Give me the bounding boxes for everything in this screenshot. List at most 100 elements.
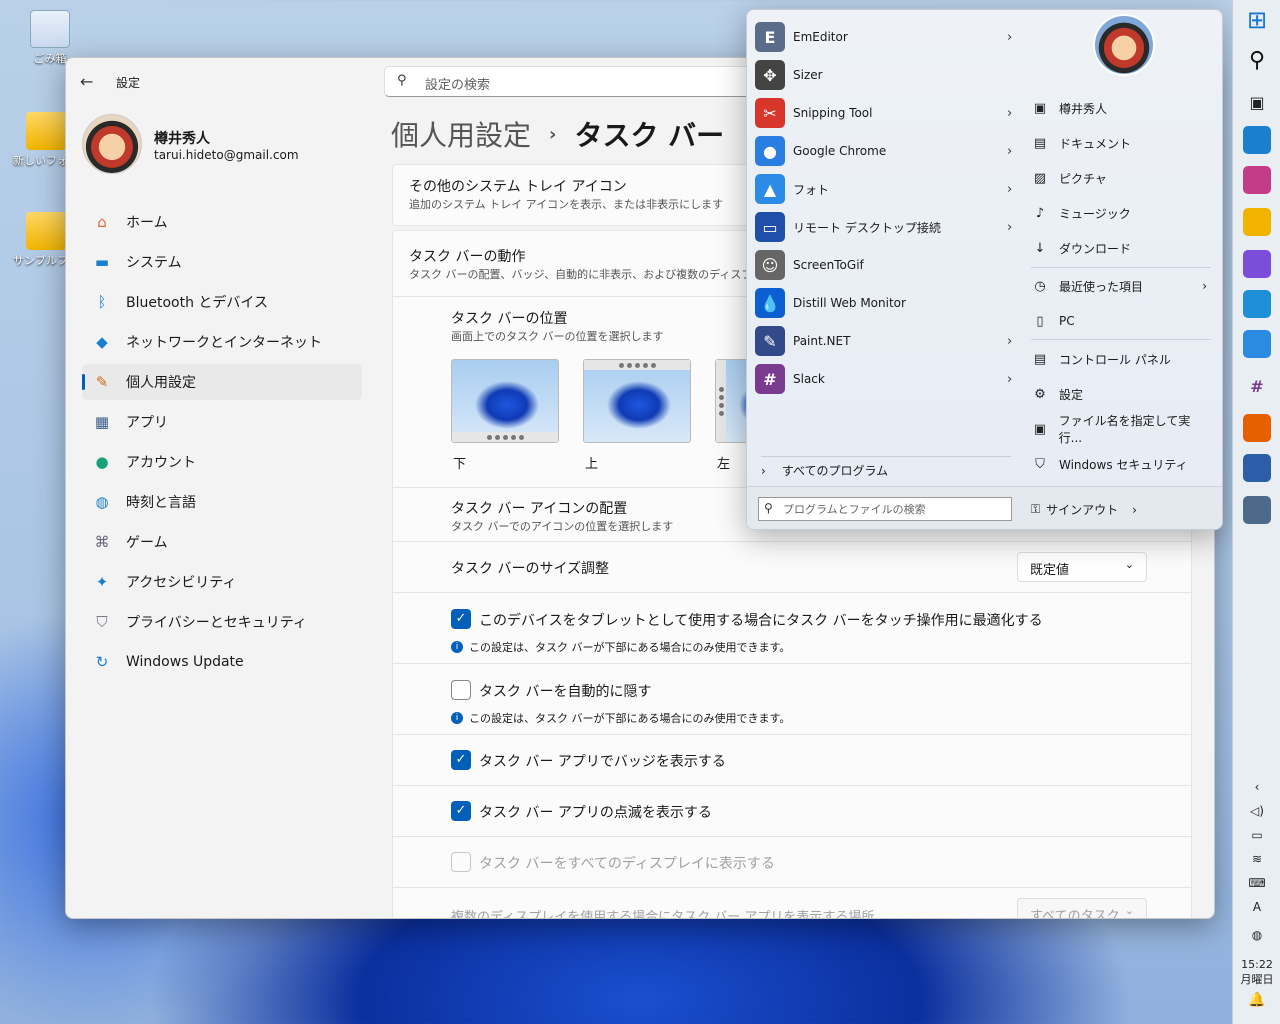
- taskview-icon[interactable]: ▣: [1243, 88, 1271, 116]
- user-folder-icon: ▣: [1033, 100, 1047, 116]
- edge-icon[interactable]: [1243, 290, 1271, 318]
- sidebar-item-label: アカウント: [126, 455, 196, 471]
- keyboard-icon[interactable]: ⌨: [1233, 876, 1280, 890]
- program-item[interactable]: ✥ Sizer: [755, 57, 1015, 93]
- program-item[interactable]: ▭ リモート デスクトップ接続 ›: [755, 209, 1015, 245]
- position-label-left: 左: [717, 457, 731, 472]
- program-item[interactable]: ● Google Chrome ›: [755, 133, 1015, 169]
- position-option-top[interactable]: [583, 359, 691, 443]
- clock[interactable]: 15:22 月曜日: [1233, 958, 1280, 987]
- start-right-item[interactable]: ▤ ドキュメント: [1031, 128, 1211, 158]
- start-right-item[interactable]: ▤ コントロール パネル: [1031, 344, 1211, 374]
- program-item[interactable]: 💧 Distill Web Monitor: [755, 285, 1015, 321]
- back-button[interactable]: ←: [80, 72, 100, 92]
- sidebar-item-personalization[interactable]: ✎ 個人用設定: [82, 364, 362, 400]
- chevron-right-icon[interactable]: ›: [1007, 220, 1012, 235]
- sidebar-item-home[interactable]: ⌂ ホーム: [82, 204, 362, 240]
- network-globe-icon[interactable]: ◍: [1233, 928, 1280, 942]
- program-item[interactable]: ▲ フォト ›: [755, 171, 1015, 207]
- taskbar-size-dropdown[interactable]: 既定値 ⌄: [1017, 552, 1147, 582]
- all-programs-button[interactable]: › すべてのプログラム: [761, 462, 888, 479]
- all-programs-label: すべてのプログラム: [781, 464, 889, 478]
- m365-icon[interactable]: [1243, 166, 1271, 194]
- start-right-item[interactable]: ▯ PC: [1031, 306, 1211, 336]
- reader-icon[interactable]: [1243, 454, 1271, 482]
- breadcrumb-parent[interactable]: 個人用設定: [391, 114, 531, 154]
- sidebar-item-bluetooth[interactable]: ᛒ Bluetooth とデバイス: [82, 284, 362, 320]
- program-item[interactable]: E EmEditor ›: [755, 19, 1015, 55]
- chevron-up-icon[interactable]: ‹: [1233, 780, 1280, 794]
- notification-bell-icon[interactable]: 🔔: [1233, 992, 1280, 1008]
- note-text: この設定は、タスク バーが下部にある場合にのみ使用できます。: [469, 712, 791, 725]
- avatar[interactable]: [82, 114, 142, 174]
- chevron-right-icon[interactable]: ›: [1007, 144, 1012, 159]
- program-item[interactable]: # Slack ›: [755, 361, 1015, 397]
- position-label-top: 上: [585, 457, 599, 472]
- chevron-right-icon[interactable]: ›: [1007, 334, 1012, 349]
- sidebar-item-apps[interactable]: ▦ アプリ: [82, 404, 362, 440]
- battery-icon[interactable]: ▭: [1233, 828, 1280, 842]
- sidebar-item-accounts[interactable]: ● アカウント: [82, 444, 362, 480]
- start-right-item[interactable]: ↓ ダウンロード: [1031, 233, 1211, 263]
- chevron-right-icon[interactable]: ›: [1007, 372, 1012, 387]
- program-item[interactable]: ✂ Snipping Tool ›: [755, 95, 1015, 131]
- signout-label: サインアウト: [1046, 503, 1119, 517]
- auto-hide-checkbox[interactable]: [451, 680, 471, 700]
- search-icon: ⚲: [397, 73, 407, 88]
- explorer-icon[interactable]: [1243, 208, 1271, 236]
- start-right-label: ダウンロード: [1059, 241, 1132, 256]
- section-title: タスク バーの位置: [451, 311, 568, 327]
- chevron-right-icon[interactable]: ›: [1007, 182, 1012, 197]
- copilot-icon[interactable]: [1243, 250, 1271, 278]
- program-item[interactable]: ☺ ScreenToGif: [755, 247, 1015, 283]
- start-right-item[interactable]: ▣ 樽井秀人: [1031, 93, 1211, 123]
- settings-taskbar-icon[interactable]: [1243, 496, 1271, 524]
- sidebar-item-label: システム: [126, 255, 182, 271]
- slack-taskbar-icon[interactable]: #: [1243, 372, 1271, 400]
- wifi-tray-icon[interactable]: ≋: [1233, 852, 1280, 866]
- checkbox-label: タスク バー アプリでバッジを表示する: [479, 754, 726, 770]
- search-icon[interactable]: ⚲: [1243, 46, 1271, 74]
- chevron-down-icon: ⌄: [1124, 558, 1134, 571]
- photos-taskbar-icon[interactable]: [1243, 330, 1271, 358]
- sidebar-item-time-language[interactable]: ◍ 時刻と言語: [82, 484, 362, 520]
- run-icon: ▣: [1033, 421, 1046, 437]
- ime-icon[interactable]: A: [1233, 900, 1280, 914]
- all-displays-checkbox: [451, 852, 471, 872]
- badges-checkbox[interactable]: ✓: [451, 750, 471, 770]
- start-right-item[interactable]: ♪ ミュージック: [1031, 198, 1211, 228]
- sidebar-item-label: ホーム: [126, 215, 168, 231]
- flashing-checkbox[interactable]: ✓: [451, 801, 471, 821]
- start-right-item[interactable]: ◷ 最近使った項目 ›: [1031, 271, 1211, 301]
- shield-icon: ⛉: [96, 613, 108, 631]
- row-title: 複数のディスプレイを使用する場合にタスク バー アプリを表示する場所: [451, 910, 875, 919]
- sidebar-item-windows-update[interactable]: ↻ Windows Update: [82, 644, 362, 680]
- widgets-icon[interactable]: [1243, 126, 1271, 154]
- sidebar-item-system[interactable]: ▬ システム: [82, 244, 362, 280]
- sidebar-item-accessibility[interactable]: ✦ アクセシビリティ: [82, 564, 362, 600]
- position-option-bottom[interactable]: [451, 359, 559, 443]
- start-search-input[interactable]: ⚲ プログラムとファイルの検索: [758, 497, 1012, 521]
- app-title: 設定: [116, 76, 141, 90]
- sidebar-item-network[interactable]: ◆ ネットワークとインターネット: [82, 324, 362, 360]
- document-icon: ▤: [1033, 135, 1047, 151]
- firefox-icon[interactable]: [1243, 414, 1271, 442]
- start-right-item[interactable]: ▣ ファイル名を指定して実行...: [1031, 414, 1211, 445]
- chevron-right-icon[interactable]: ›: [1007, 106, 1012, 121]
- note-text: この設定は、タスク バーが下部にある場合にのみ使用できます。: [469, 641, 791, 654]
- volume-icon[interactable]: ◁): [1233, 804, 1280, 818]
- start-right-item[interactable]: ▨ ピクチャ: [1031, 163, 1211, 193]
- start-right-item[interactable]: ⚙ 設定: [1031, 379, 1211, 409]
- start-icon[interactable]: ⊞: [1243, 6, 1271, 34]
- program-item[interactable]: ✎ Paint.NET ›: [755, 323, 1015, 359]
- sidebar-item-gaming[interactable]: ⌘ ゲーム: [82, 524, 362, 560]
- start-right-item[interactable]: ⛉ Windows セキュリティ: [1031, 449, 1211, 479]
- card-subtitle: 追加のシステム トレイ アイコンを表示、または非表示にします: [409, 198, 724, 211]
- chevron-right-icon[interactable]: ›: [1007, 30, 1012, 45]
- sidebar-item-privacy[interactable]: ⛉ プライバシーとセキュリティ: [82, 604, 362, 640]
- avatar[interactable]: [1093, 14, 1155, 76]
- touch-optimize-checkbox[interactable]: ✓: [451, 609, 471, 629]
- control-panel-icon: ▤: [1033, 351, 1047, 367]
- signout-button[interactable]: ⚿ サインアウト ›: [1031, 501, 1137, 518]
- sidebar-item-label: Bluetooth とデバイス: [126, 295, 268, 311]
